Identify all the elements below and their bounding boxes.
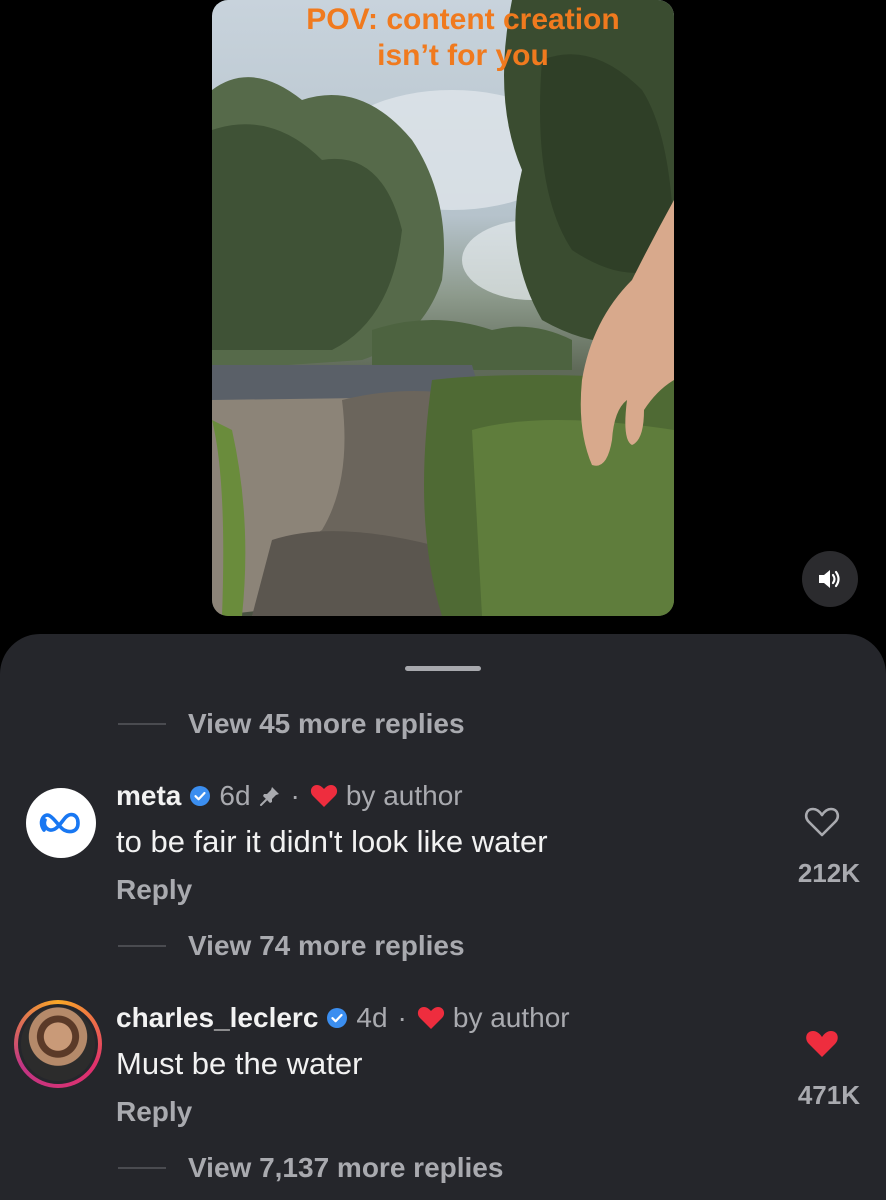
comment-text: Must be the water: [116, 1046, 363, 1081]
sound-toggle-button[interactable]: [802, 551, 858, 607]
author-heart-icon: [310, 784, 338, 808]
reply-button[interactable]: Reply: [116, 874, 192, 906]
speaker-icon: [819, 570, 840, 588]
caption-line-2: isn’t for you: [377, 39, 549, 72]
comment-header: charles_leclerc 4d · by author: [116, 1000, 570, 1036]
like-count: 212K: [797, 858, 860, 888]
heart-filled-icon: [806, 1031, 838, 1057]
like-button[interactable]: [792, 806, 852, 838]
by-author-label: by author: [345, 780, 463, 811]
separator-dot: ·: [397, 1002, 407, 1033]
comment-time: 6d: [219, 780, 251, 811]
avatar[interactable]: [26, 788, 96, 858]
view-replies-label[interactable]: View 74 more replies: [188, 930, 465, 962]
comment-time: 4d: [356, 1002, 388, 1033]
like-button[interactable]: [792, 1028, 852, 1060]
username[interactable]: charles_leclerc: [116, 1002, 318, 1034]
by-author-label: by author: [452, 1002, 570, 1033]
avatar-photo: [21, 1007, 95, 1081]
comments-sheet: View 45 more replies meta 6d · by author…: [0, 634, 886, 1200]
comment-text: to be fair it didn't look like water: [116, 824, 548, 859]
reply-thread-line: [118, 723, 166, 725]
view-replies-label[interactable]: View 45 more replies: [188, 708, 465, 740]
reply-thread-line: [118, 945, 166, 947]
comment-header: meta 6d · by author: [116, 778, 463, 814]
view-more-replies-charles[interactable]: View 7,137 more replies: [118, 1148, 503, 1188]
caption-line-1: POV: content creation: [306, 3, 620, 36]
video-frame[interactable]: POV: content creation isn’t for you: [212, 0, 674, 616]
reply-button[interactable]: Reply: [116, 1096, 192, 1128]
sheet-drag-handle[interactable]: [405, 666, 481, 671]
view-replies-label[interactable]: View 7,137 more replies: [188, 1152, 503, 1184]
verified-badge-icon: [326, 1007, 348, 1029]
separator-dot: ·: [290, 780, 300, 811]
reply-thread-line: [118, 1167, 166, 1169]
view-more-replies-meta[interactable]: View 74 more replies: [118, 926, 465, 966]
verified-badge-icon: [189, 785, 211, 807]
video-caption: POV: content creation isn’t for you: [212, 2, 674, 74]
meta-logo-icon: [39, 812, 80, 834]
avatar-ring-inner: [18, 1004, 98, 1084]
like-column: 471K: [780, 1028, 860, 1111]
like-count: 471K: [797, 1080, 860, 1110]
username[interactable]: meta: [116, 780, 181, 812]
like-column: 212K: [780, 806, 860, 889]
video-player[interactable]: POV: content creation isn’t for you: [0, 0, 886, 640]
video-scene: [212, 0, 674, 616]
heart-outline-icon: [804, 807, 840, 837]
pin-icon: [259, 785, 281, 807]
avatar[interactable]: [14, 1000, 102, 1088]
author-heart-icon: [417, 1006, 445, 1030]
view-more-replies-top[interactable]: View 45 more replies: [118, 704, 465, 744]
